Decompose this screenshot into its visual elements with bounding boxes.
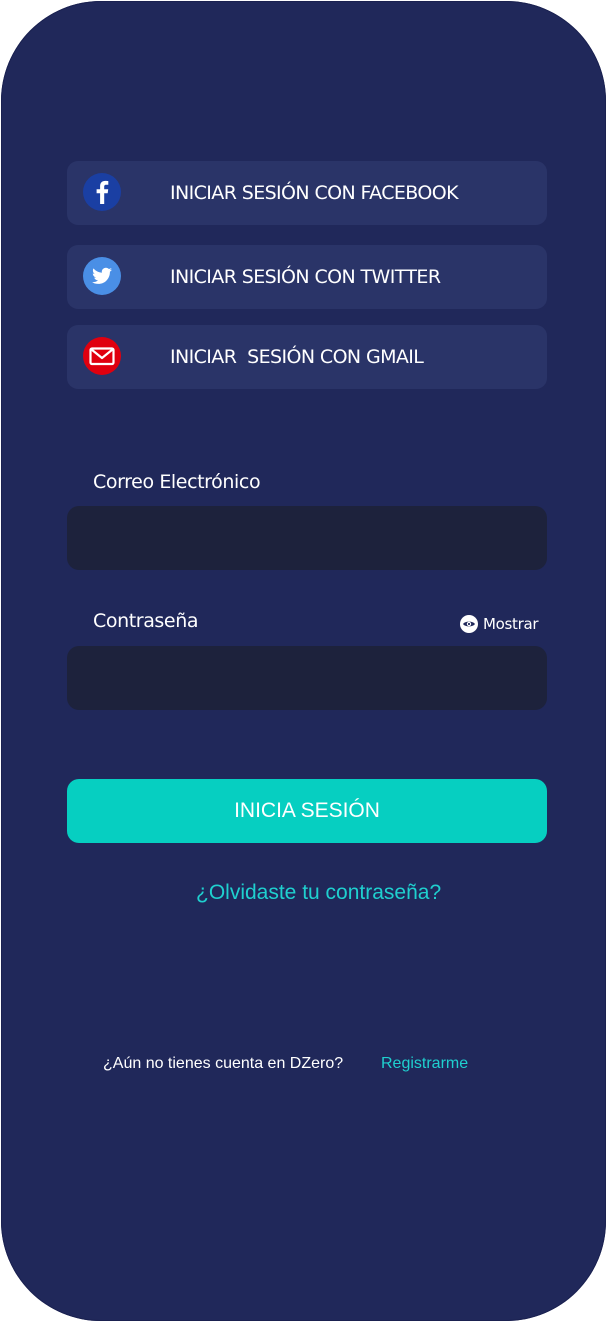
login-screen: INICIAR SESIÓN CON FACEBOOK INICIAR SESI… (1, 1, 606, 1321)
eye-icon (460, 615, 478, 633)
email-label: Correo Electrónico (93, 471, 261, 493)
mail-icon (83, 337, 121, 375)
password-label: Contraseña (93, 610, 199, 632)
login-button[interactable]: INICIA SESIÓN (67, 779, 547, 843)
facebook-login-button[interactable]: INICIAR SESIÓN CON FACEBOOK (67, 161, 547, 225)
no-account-text: ¿Aún no tienes cuenta en DZero? (103, 1055, 344, 1072)
facebook-login-label: INICIAR SESIÓN CON FACEBOOK (170, 182, 459, 204)
register-link[interactable]: Registrarme (381, 1055, 468, 1073)
twitter-icon (83, 257, 121, 295)
twitter-login-label: INICIAR SESIÓN CON TWITTER (170, 266, 441, 288)
show-password-toggle[interactable]: Mostrar (460, 614, 539, 634)
show-password-label: Mostrar (483, 615, 539, 633)
gmail-login-label: INICIAR SESIÓN CON GMAIL (170, 346, 424, 368)
gmail-login-button[interactable]: INICIAR SESIÓN CON GMAIL (67, 325, 547, 389)
password-field[interactable] (67, 646, 547, 710)
twitter-login-button[interactable]: INICIAR SESIÓN CON TWITTER (67, 245, 547, 309)
email-field[interactable] (67, 506, 547, 570)
facebook-icon (83, 173, 121, 211)
forgot-password-link[interactable]: ¿Olvidaste tu contraseña? (196, 881, 441, 905)
